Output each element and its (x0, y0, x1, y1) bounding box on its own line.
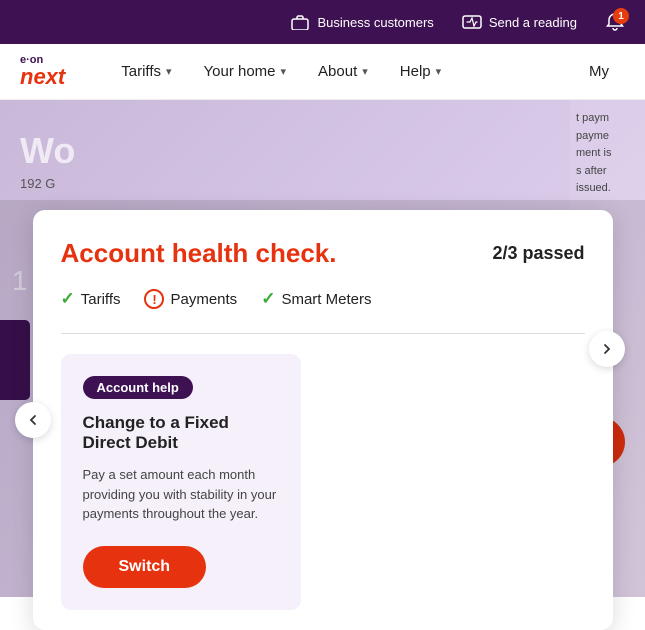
page-bg-subtext: 192 G (20, 176, 625, 191)
top-bar: Business customers Send a reading 1 (0, 0, 645, 44)
briefcase-icon (290, 12, 310, 32)
send-reading-link[interactable]: Send a reading (462, 12, 577, 32)
business-customers-label: Business customers (317, 15, 433, 30)
check-warn-icon: ! (144, 289, 164, 309)
card-description: Pay a set amount each month providing yo… (83, 465, 279, 524)
nav-bar: e·on next Tariffs ▾ Your home ▾ About ▾ … (0, 44, 645, 100)
check-smart-meters-label: Smart Meters (281, 291, 371, 308)
payment-line1: t paym (576, 110, 639, 128)
info-card: Account help Change to a Fixed Direct De… (61, 354, 301, 610)
notification-bell[interactable]: 1 (605, 12, 625, 32)
health-check-modal: Account health check. 2/3 passed ✓ Tarif… (33, 210, 613, 630)
modal-title: Account health check. (61, 238, 337, 269)
business-customers-link[interactable]: Business customers (290, 12, 433, 32)
chevron-down-icon: ▾ (166, 65, 172, 78)
nav-tariffs-label: Tariffs (121, 63, 161, 80)
modal-score: 2/3 passed (492, 243, 584, 264)
check-smart-meters: ✓ Smart Meters (261, 289, 371, 309)
nav-about-label: About (318, 63, 357, 80)
nav-my-label: My (589, 63, 609, 80)
chevron-down-icon: ▾ (281, 65, 287, 78)
nav-your-home-label: Your home (204, 63, 276, 80)
check-pass-icon-2: ✓ (261, 289, 275, 309)
card-badge: Account help (83, 376, 193, 399)
check-payments: ! Payments (144, 289, 237, 309)
payment-line4: s after (576, 163, 639, 181)
nav-help[interactable]: Help ▾ (384, 44, 457, 100)
check-pass-icon: ✓ (61, 289, 75, 309)
logo[interactable]: e·on next (20, 55, 65, 88)
chevron-down-icon: ▾ (362, 65, 368, 78)
check-tariffs: ✓ Tariffs (61, 289, 121, 309)
nav-your-home[interactable]: Your home ▾ (188, 44, 303, 100)
modal-checks: ✓ Tariffs ! Payments ✓ Smart Meters (61, 289, 585, 309)
payment-line2: payme (576, 128, 639, 146)
nav-tariffs[interactable]: Tariffs ▾ (105, 44, 187, 100)
modal-overlay: Account health check. 2/3 passed ✓ Tarif… (0, 200, 645, 597)
payment-line5: issued. (576, 180, 639, 198)
send-reading-label: Send a reading (489, 15, 577, 30)
meter-icon (462, 12, 482, 32)
notification-count: 1 (613, 8, 629, 24)
page-bg-text: Wo (20, 130, 625, 172)
card-title: Change to a Fixed Direct Debit (83, 413, 279, 453)
modal-header: Account health check. 2/3 passed (61, 238, 585, 269)
nav-help-label: Help (400, 63, 431, 80)
chevron-down-icon: ▾ (436, 65, 442, 78)
nav-my[interactable]: My (573, 44, 625, 100)
payment-partial-text: t paym payme ment is s after issued. (570, 100, 645, 208)
check-payments-label: Payments (170, 291, 237, 308)
payment-line3: ment is (576, 145, 639, 163)
carousel-next-button[interactable] (589, 331, 625, 367)
modal-divider (61, 333, 585, 334)
check-tariffs-label: Tariffs (81, 291, 121, 308)
nav-items: Tariffs ▾ Your home ▾ About ▾ Help ▾ My (105, 44, 625, 100)
switch-button[interactable]: Switch (83, 546, 207, 588)
nav-about[interactable]: About ▾ (302, 44, 384, 100)
carousel-prev-button[interactable] (15, 402, 51, 438)
logo-next: next (20, 66, 65, 88)
page-background: Wo 192 G 1 t paym payme ment is s after … (0, 100, 645, 597)
